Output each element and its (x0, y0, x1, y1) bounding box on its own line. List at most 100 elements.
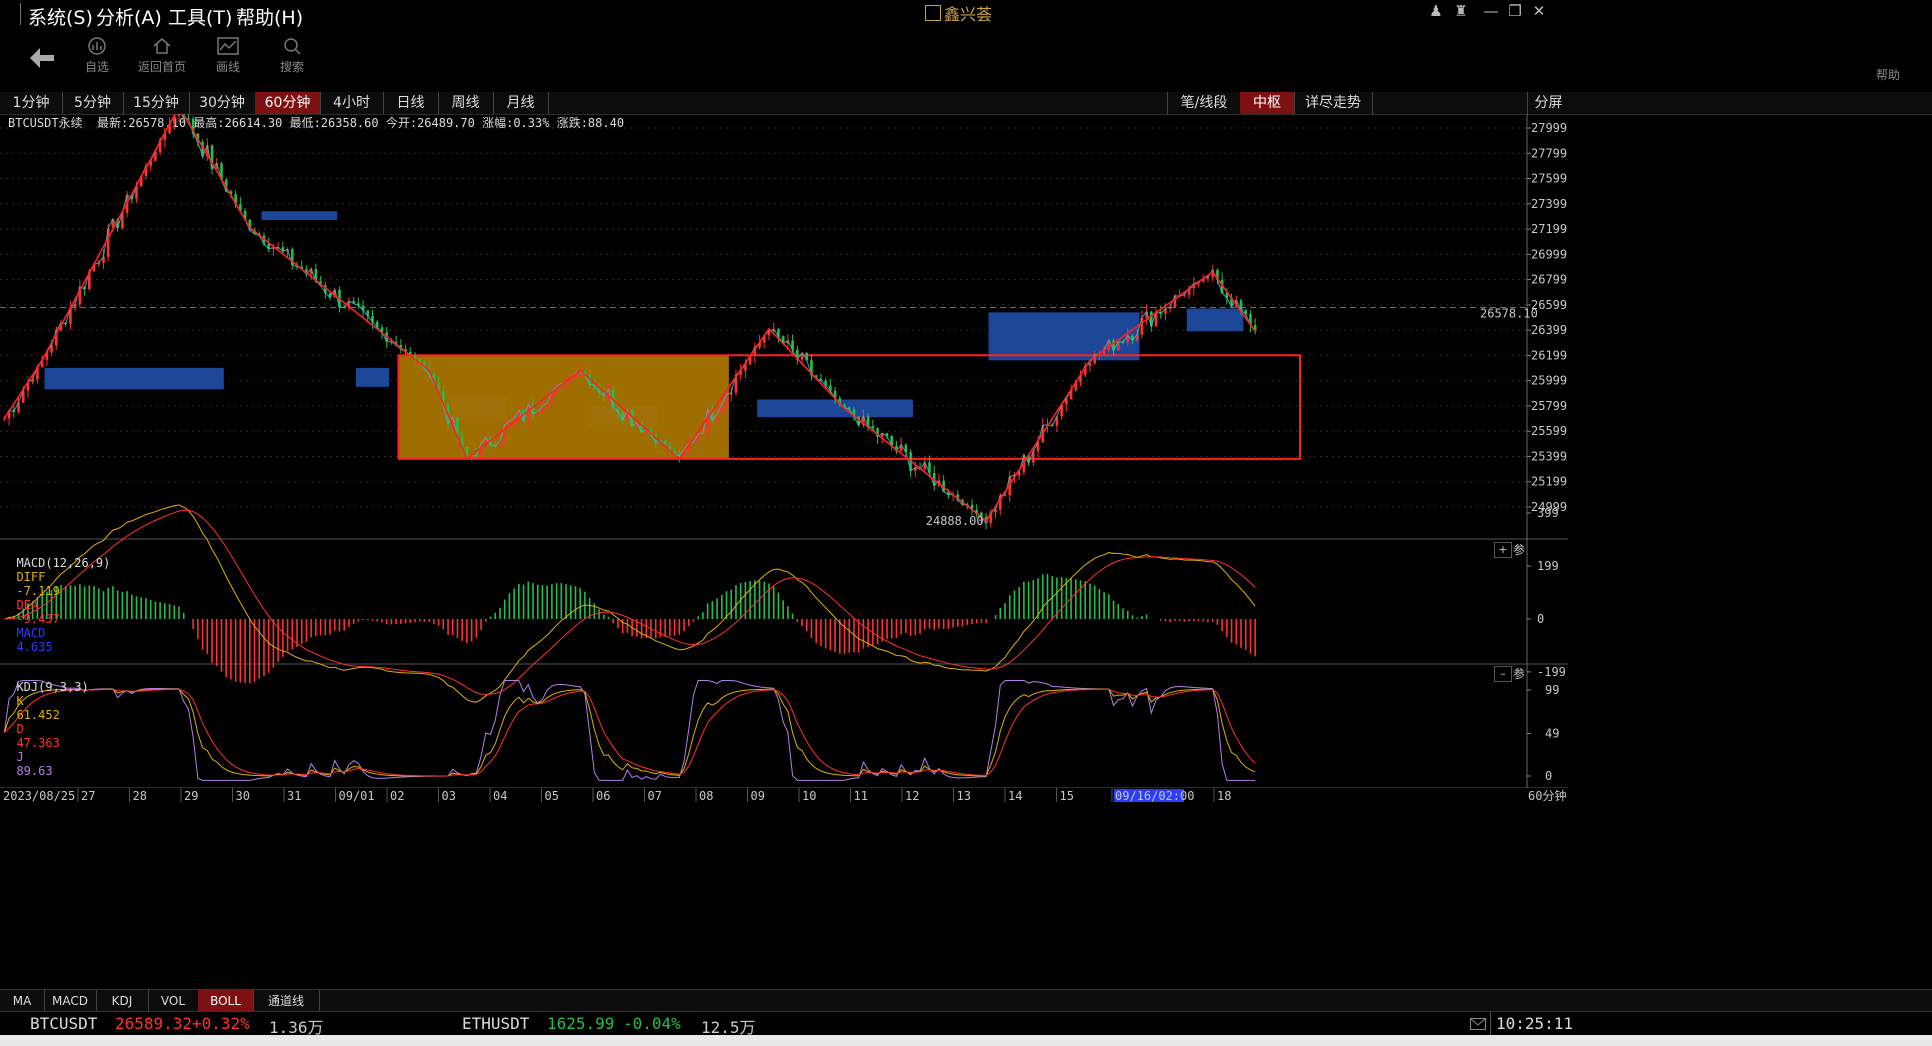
price-axis-label: 25199 (1531, 475, 1567, 489)
tab-center[interactable]: 中枢 (1240, 92, 1295, 114)
menu-system[interactable]: 系统(S) (28, 3, 93, 30)
time-axis-label: 07 (648, 789, 662, 803)
time-axis-label: 05 (545, 789, 559, 803)
user-icon[interactable]: ♟ (1425, 2, 1447, 22)
taskbar-strip (0, 1035, 1932, 1046)
tab-indicator-vol[interactable]: VOL (148, 990, 199, 1012)
price-axis-label: 25799 (1531, 399, 1567, 413)
time-axis-label: 04 (493, 789, 507, 803)
price-axis-label: 26999 (1531, 247, 1567, 261)
macd-expand-button[interactable]: + (1494, 542, 1512, 558)
mail-icon[interactable] (1470, 1015, 1486, 1034)
ticker-bar: BTCUSDT 26589.32 +0.32% 1.36万 ETHUSDT 16… (0, 1011, 1932, 1037)
macd-axis-label: -199 (1537, 665, 1566, 679)
tab-period-day[interactable]: 日线 (383, 92, 439, 114)
macd-diff-line (4, 504, 1256, 703)
time-axis-period-label: 60分钟 (1528, 788, 1566, 803)
ticker-change-btc: +0.32% (192, 1014, 250, 1033)
tab-period-30m[interactable]: 30分钟 (189, 92, 256, 114)
ticker-separator (1490, 1012, 1491, 1036)
price-axis-label: 26199 (1531, 348, 1567, 362)
restore-icon[interactable]: ❐ (1504, 2, 1526, 22)
macd-diff-label: DIFF (16, 570, 46, 584)
tab-detailed-trend[interactable]: 详尽走势 (1294, 92, 1373, 114)
close-icon[interactable]: ✕ (1528, 2, 1550, 22)
period-tab-bar: 1分钟 5分钟 15分钟 30分钟 60分钟 4小时 日线 周线 月线 笔/线段… (0, 92, 1932, 115)
chart-canvas[interactable]: 2799927799275992739927199269992679926599… (0, 114, 1568, 989)
split-screen-button[interactable]: 分屏 (1527, 92, 1569, 114)
tab-period-15m[interactable]: 15分钟 (123, 92, 190, 114)
time-axis-label: 06 (596, 789, 610, 803)
center-zone-blue (988, 312, 1140, 361)
kdj-j-label: J (16, 750, 24, 764)
draw-line-label: 画线 (215, 60, 240, 74)
search-label: 搜索 (279, 60, 304, 74)
tab-indicator-channel[interactable]: 通道线 (253, 990, 320, 1012)
tab-indicator-macd[interactable]: MACD (44, 990, 97, 1012)
time-axis-label: 11 (854, 789, 868, 803)
home-button[interactable]: 返回首页 (127, 36, 197, 75)
macd-params-button[interactable]: 参 (1513, 541, 1525, 558)
price-axis-label: 27199 (1531, 222, 1567, 236)
menu-bar: 系统(S) 分析(A) 工具(T) 帮助(H) 鑫兴荟 ♟ ♜ — ❐ ✕ (0, 0, 1932, 29)
macd-diff-value: -7.119 (16, 584, 60, 598)
tab-period-1m[interactable]: 1分钟 (0, 92, 63, 114)
tab-period-month[interactable]: 月线 (493, 92, 549, 114)
tab-period-4h[interactable]: 4小时 (320, 92, 384, 114)
menu-help[interactable]: 帮助(H) (236, 3, 303, 30)
time-axis-label: 14 (1008, 789, 1022, 803)
app-title-text: 鑫兴荟 (944, 5, 993, 24)
menu-analysis[interactable]: 分析(A) (96, 3, 162, 30)
skin-icon[interactable]: ♜ (1450, 2, 1472, 22)
tab-period-60m[interactable]: 60分钟 (255, 92, 321, 114)
macd-axis-label: 399 (1537, 506, 1559, 520)
clock-time: 10:25:11 (1496, 1014, 1574, 1033)
tab-stroke-segment[interactable]: 笔/线段 (1167, 92, 1241, 114)
minimize-icon[interactable]: — (1480, 2, 1502, 22)
price-axis-label: 27599 (1531, 172, 1567, 186)
time-axis-label: 30 (236, 789, 250, 803)
menu-tools[interactable]: 工具(T) (168, 3, 232, 30)
time-axis-label: 28 (133, 789, 147, 803)
tab-indicator-boll[interactable]: BOLL (198, 990, 254, 1012)
search-button[interactable]: 搜索 (257, 36, 327, 75)
ticker-price-btc: 26589.32 (115, 1014, 193, 1033)
price-axis-label: 25999 (1531, 374, 1567, 388)
draw-line-button[interactable]: 画线 (193, 36, 263, 75)
tab-indicator-ma[interactable]: MA (0, 990, 45, 1012)
macd-axis-label: 0 (1537, 612, 1544, 626)
time-axis-label: 13 (957, 789, 971, 803)
time-axis-label: 18 (1217, 789, 1231, 803)
toolbar: 自选 返回首页 画线 搜索 帮助 (0, 28, 1932, 93)
kdj-k-value: 61.452 (16, 708, 60, 722)
favorites-label: 自选 (84, 60, 109, 74)
center-zone-blue (356, 367, 390, 387)
ticker-symbol-eth[interactable]: ETHUSDT (462, 1014, 529, 1033)
gauge-icon (88, 37, 106, 55)
price-axis-label: 27999 (1531, 121, 1567, 135)
current-price-label: 26578.10 (1480, 307, 1538, 321)
trough-price-label: 24888.00 (926, 514, 984, 528)
macd-dea-label: DEA (16, 598, 39, 612)
time-axis-label: 2023/08/25 (3, 789, 75, 803)
app-title: 鑫兴荟 (925, 1, 992, 25)
ticker-symbol-btc[interactable]: BTCUSDT (30, 1014, 97, 1033)
tab-period-5m[interactable]: 5分钟 (62, 92, 124, 114)
help-link[interactable]: 帮助 (1876, 66, 1900, 83)
kdj-params-button[interactable]: 参 (1513, 665, 1525, 682)
time-axis-label: 03 (442, 789, 456, 803)
time-axis-label: 08 (699, 789, 713, 803)
tab-period-week[interactable]: 周线 (438, 92, 494, 114)
tab-indicator-kdj[interactable]: KDJ (96, 990, 149, 1012)
macd-title: MACD(12,26,9) DIFF -7.119 DEA -9.437 MAC… (2, 542, 110, 654)
price-axis-label: 26399 (1531, 323, 1567, 337)
time-axis-label: 12 (905, 789, 919, 803)
candle-body (3, 418, 6, 420)
kdj-axis-label: 49 (1545, 726, 1559, 740)
back-arrow-icon[interactable] (28, 46, 56, 74)
favorites-button[interactable]: 自选 (62, 36, 132, 75)
macd-dea-line (4, 509, 1256, 695)
price-axis-label: 25399 (1531, 449, 1567, 463)
kdj-collapse-button[interactable]: – (1494, 666, 1512, 682)
kdj-axis-label: 99 (1545, 683, 1559, 697)
